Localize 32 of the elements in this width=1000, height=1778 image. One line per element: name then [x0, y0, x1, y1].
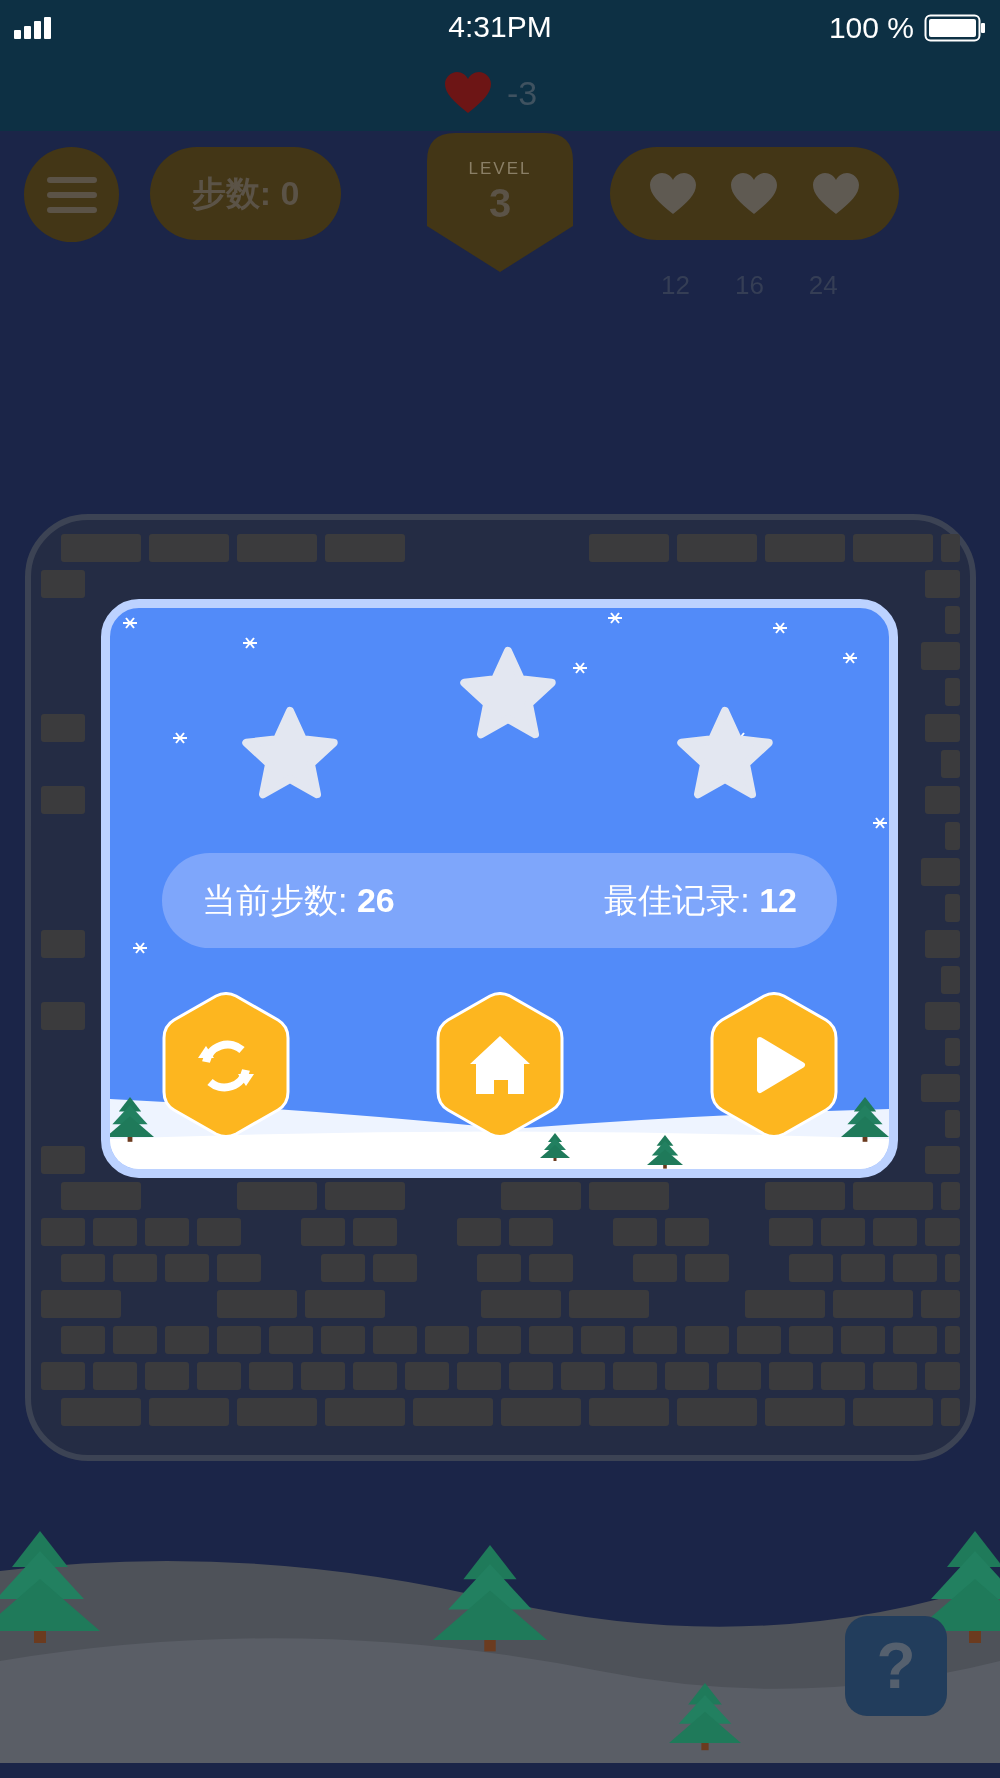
snowflake-icon [132, 942, 148, 954]
snowflake-icon [772, 622, 788, 634]
snowflake-icon [842, 652, 858, 664]
heart-icon [647, 171, 698, 216]
menu-icon [46, 176, 97, 213]
tree-icon [647, 1135, 683, 1169]
snowflake-icon [872, 817, 888, 829]
battery-icon [924, 13, 986, 42]
snowflake-icon [572, 662, 588, 674]
heart-icon [442, 71, 493, 115]
level-label: LEVEL [467, 159, 533, 179]
tree-icon [110, 1097, 154, 1142]
home-icon [470, 1036, 530, 1094]
restart-button[interactable] [162, 992, 290, 1138]
home-button[interactable] [436, 992, 564, 1138]
next-button[interactable] [710, 992, 838, 1138]
tree-icon [540, 1133, 570, 1161]
status-time: 4:31PM [448, 10, 552, 44]
heart-icon [729, 171, 780, 216]
heart-icon [811, 171, 862, 216]
signal-icon [14, 16, 52, 39]
snowflake-icon [172, 732, 188, 744]
snowflake-icon [122, 617, 138, 629]
snowflake-icon [607, 612, 623, 624]
best-record: 最佳记录: 12 [604, 879, 797, 921]
snowflake-icon [242, 637, 258, 649]
refresh-icon [198, 1040, 254, 1092]
play-icon [757, 1037, 805, 1093]
tree-icon [841, 1097, 889, 1142]
current-steps: 当前步数: 26 [202, 877, 395, 924]
battery-percent: 100 % [828, 10, 914, 45]
help-button[interactable]: ? [845, 1616, 947, 1716]
